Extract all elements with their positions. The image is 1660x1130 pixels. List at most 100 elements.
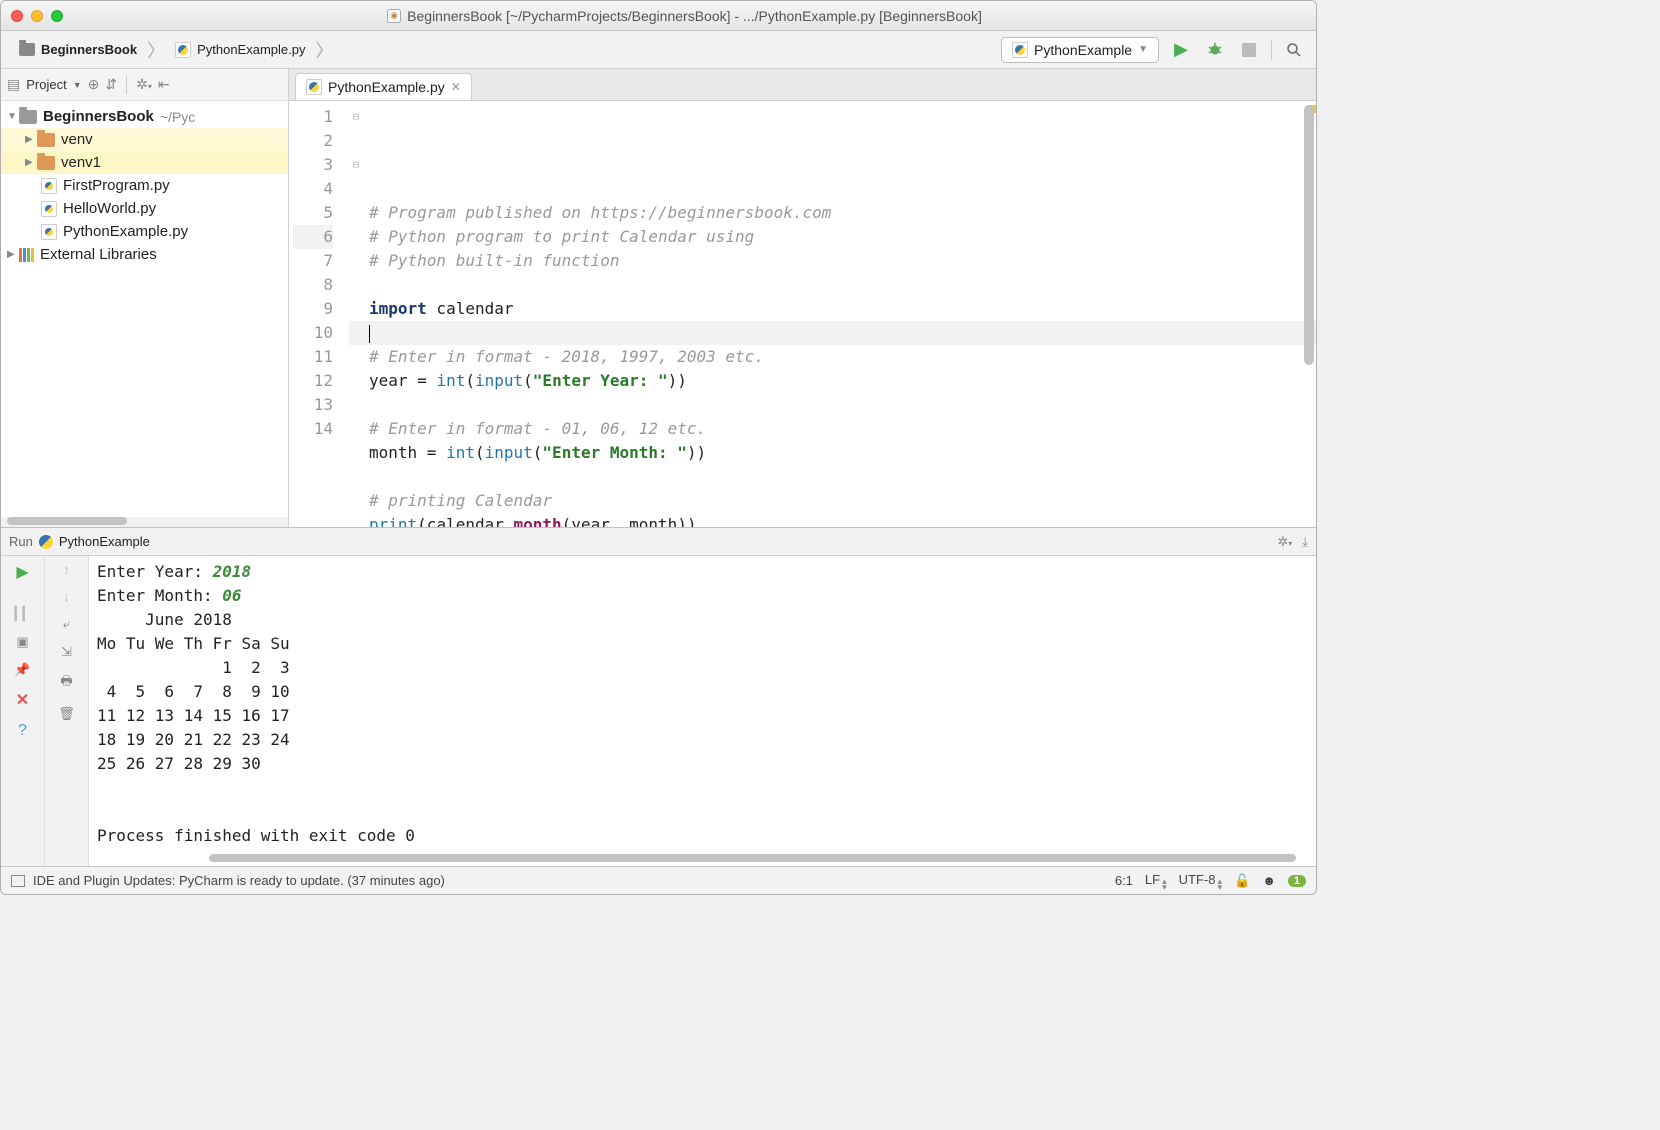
tree-file[interactable]: PythonExample.py [1, 220, 288, 243]
folder-icon [19, 110, 37, 124]
expand-arrow-icon[interactable]: ▶ [25, 134, 37, 145]
expand-arrow-icon[interactable]: ▶ [25, 157, 37, 168]
python-file-icon [41, 178, 57, 194]
editor-tabs: PythonExample.py ✕ [289, 69, 1316, 101]
breadcrumb-project-label: BeginnersBook [41, 42, 137, 57]
editor-scrollbar[interactable] [1304, 105, 1314, 365]
editor-tab[interactable]: PythonExample.py ✕ [295, 73, 472, 100]
sidebar-scrollbar[interactable] [1, 517, 288, 527]
tree-external-libs[interactable]: ▶ External Libraries [1, 243, 288, 266]
breadcrumb-separator: 〉 [147, 37, 165, 63]
sidebar-tool-label[interactable]: Project [26, 77, 66, 92]
code-editor[interactable]: 1234567891011121314 ⊟# Program published… [289, 101, 1316, 527]
gear-icon[interactable]: ✲▾ [1277, 534, 1292, 550]
tree-item-label: PythonExample.py [63, 223, 188, 240]
hide-icon[interactable]: ⇤ [158, 76, 170, 93]
close-tab-icon[interactable]: ✕ [451, 80, 461, 94]
caret-position[interactable]: 6:1 [1115, 873, 1133, 888]
line-separator[interactable]: LF▴▾ [1145, 872, 1167, 890]
run-config-name: PythonExample [59, 534, 150, 549]
layout-button[interactable]: ▣ [16, 634, 28, 650]
scroll-button[interactable]: ⇲ [61, 644, 72, 660]
titlebar: ◉ BeginnersBook [~/PycharmProjects/Begin… [1, 1, 1316, 31]
tree-item-label: FirstProgram.py [63, 177, 170, 194]
lock-icon[interactable]: 🔓 [1234, 873, 1250, 889]
tree-item-label: venv1 [61, 154, 101, 171]
stop-button[interactable] [1237, 38, 1261, 62]
tree-root-path: ~/Pyc [160, 109, 195, 125]
python-file-icon [1012, 42, 1028, 58]
line-gutter: 1234567891011121314 [289, 101, 349, 527]
gear-icon[interactable]: ✲▾ [136, 76, 152, 93]
minimize-window-button[interactable] [31, 10, 43, 22]
tab-label: PythonExample.py [328, 79, 445, 95]
download-icon[interactable]: ⤓ [1302, 534, 1308, 550]
breadcrumb-file-label: PythonExample.py [197, 42, 305, 57]
run-config-selector[interactable]: PythonExample ▼ [1001, 37, 1159, 63]
run-tool-window: Run PythonExample ✲▾ ⤓ ▶ ▎▎ ▣ 📌 ✕ ? ↑ ↓ … [1, 527, 1316, 866]
python-file-icon [306, 79, 322, 95]
collapse-icon[interactable]: ⇵ [105, 76, 117, 93]
tree-item-label: External Libraries [40, 246, 157, 263]
help-button[interactable]: ? [18, 722, 27, 740]
debug-button[interactable] [1203, 38, 1227, 62]
tree-item-label: HelloWorld.py [63, 200, 156, 217]
breadcrumb-file[interactable]: PythonExample.py [167, 38, 313, 62]
maximize-window-button[interactable] [51, 10, 63, 22]
target-icon[interactable]: ⊕ [88, 76, 100, 93]
status-message[interactable]: IDE and Plugin Updates: PyCharm is ready… [33, 873, 445, 888]
wrap-button[interactable]: ⤶ [63, 616, 70, 632]
tree-item-label: venv [61, 131, 93, 148]
run-left-toolbar: ▶ ▎▎ ▣ 📌 ✕ ? [1, 556, 45, 866]
editor-area: PythonExample.py ✕ 1234567891011121314 ⊟… [289, 69, 1316, 527]
project-sidebar: ▤ Project ▼ ⊕ ⇵ ✲▾ ⇤ ▼ BeginnersBook ~/Py… [1, 69, 289, 527]
pin-button[interactable]: 📌 [14, 662, 30, 678]
close-button[interactable]: ✕ [16, 690, 29, 710]
tree-root[interactable]: ▼ BeginnersBook ~/Pyc [1, 105, 288, 128]
hector-icon[interactable]: ☻ [1262, 873, 1276, 888]
window-title: ◉ BeginnersBook [~/PycharmProjects/Begin… [63, 8, 1306, 24]
app-icon: ◉ [387, 9, 401, 23]
console-scrollbar[interactable] [209, 854, 1296, 864]
search-button[interactable] [1282, 38, 1306, 62]
rerun-button[interactable]: ▶ [16, 562, 28, 582]
tree-folder-venv1[interactable]: ▶ venv1 [1, 151, 288, 174]
chevron-down-icon: ▼ [73, 80, 82, 90]
pause-button[interactable]: ▎▎ [15, 606, 31, 622]
python-icon [39, 535, 53, 549]
libraries-icon [19, 248, 34, 262]
status-bar: IDE and Plugin Updates: PyCharm is ready… [1, 866, 1316, 894]
ide-window: ◉ BeginnersBook [~/PycharmProjects/Begin… [0, 0, 1317, 895]
expand-arrow-icon[interactable]: ▶ [7, 249, 19, 260]
bug-icon [1206, 41, 1224, 59]
project-tree[interactable]: ▼ BeginnersBook ~/Pyc ▶ venv ▶ venv1 [1, 101, 288, 517]
up-button[interactable]: ↑ [63, 562, 70, 577]
tree-file[interactable]: FirstProgram.py [1, 174, 288, 197]
folder-icon [19, 43, 35, 56]
search-icon [1285, 41, 1303, 59]
expand-arrow-icon[interactable]: ▼ [7, 111, 19, 122]
tree-folder-venv[interactable]: ▶ venv [1, 128, 288, 151]
folder-icon [37, 156, 55, 170]
run-button[interactable]: ▶ [1169, 38, 1193, 62]
console-output[interactable]: Enter Year: 2018 Enter Month: 06 June 20… [89, 556, 1316, 866]
stop-icon [1242, 43, 1256, 57]
tree-file[interactable]: HelloWorld.py [1, 197, 288, 220]
window-controls [11, 10, 63, 22]
trash-button[interactable]: 🗑 [58, 706, 75, 722]
run-label: Run [9, 534, 33, 549]
run-config-name: PythonExample [1034, 42, 1132, 58]
python-file-icon [41, 201, 57, 217]
event-badge[interactable]: 1 [1288, 875, 1306, 887]
tree-root-label: BeginnersBook [43, 108, 154, 125]
close-window-button[interactable] [11, 10, 23, 22]
navigation-bar: BeginnersBook 〉 PythonExample.py 〉 Pytho… [1, 31, 1316, 69]
message-icon[interactable] [11, 875, 25, 887]
down-button[interactable]: ↓ [63, 589, 70, 604]
print-button[interactable]: 🖶 [60, 672, 72, 694]
code-body[interactable]: ⊟# Program published on https://beginner… [349, 101, 1316, 527]
project-view-icon: ▤ [7, 76, 20, 93]
python-file-icon [175, 42, 191, 58]
breadcrumb-project[interactable]: BeginnersBook [11, 38, 145, 61]
file-encoding[interactable]: UTF-8▴▾ [1179, 872, 1222, 890]
